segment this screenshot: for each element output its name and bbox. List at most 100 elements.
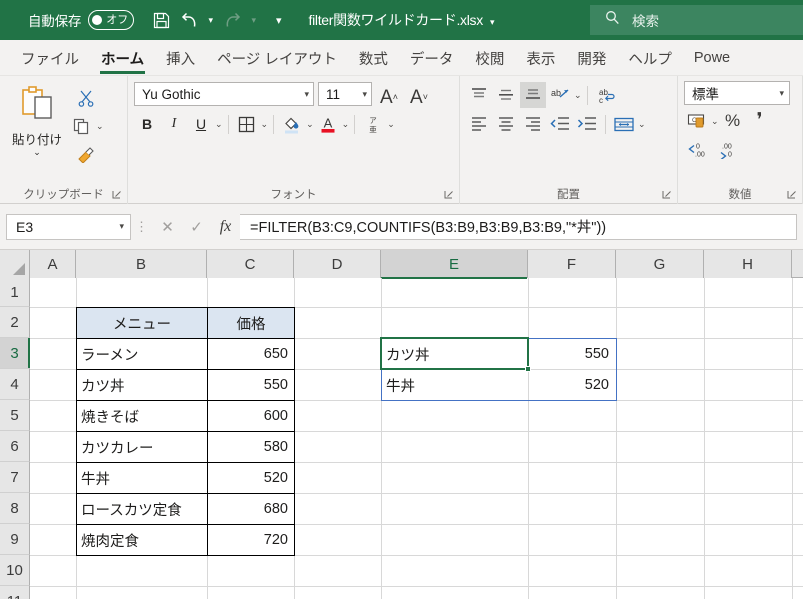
underline-chevron-down-icon[interactable]: ⌄ bbox=[215, 119, 223, 130]
align-top-icon[interactable] bbox=[466, 82, 492, 108]
font-size-input[interactable]: 11 ▾ bbox=[318, 82, 372, 106]
percent-style-icon[interactable]: % bbox=[720, 108, 746, 134]
tab-data[interactable]: データ bbox=[399, 41, 465, 75]
comma-style-icon[interactable]: ❜ bbox=[747, 108, 773, 134]
column-header-b[interactable]: B bbox=[76, 250, 207, 278]
cancel-icon[interactable]: ✕ bbox=[153, 214, 182, 240]
row-header-6[interactable]: 6 bbox=[0, 431, 30, 462]
alignment-dialog-launcher-icon[interactable] bbox=[662, 190, 671, 201]
save-icon[interactable] bbox=[148, 6, 174, 34]
document-title-chevron-down-icon[interactable]: ▾ bbox=[490, 17, 495, 27]
tab-power-pivot[interactable]: Powe bbox=[683, 41, 741, 75]
font-dialog-launcher-icon[interactable] bbox=[444, 190, 453, 201]
align-middle-icon[interactable] bbox=[493, 82, 519, 108]
accounting-chevron-down-icon[interactable]: ⌄ bbox=[711, 116, 719, 127]
column-header-d[interactable]: D bbox=[294, 250, 381, 278]
shrink-font-icon[interactable]: A ˅ bbox=[406, 81, 432, 107]
cell-e3[interactable]: カツ丼 bbox=[382, 339, 527, 369]
select-all-button[interactable] bbox=[0, 250, 30, 278]
tab-review[interactable]: 校閲 bbox=[464, 41, 515, 75]
row-header-7[interactable]: 7 bbox=[0, 462, 30, 493]
tab-home[interactable]: ホーム bbox=[90, 41, 155, 75]
qat-customize-chevron-down-icon[interactable]: ▾ bbox=[272, 6, 285, 34]
row-header-1[interactable]: 1 bbox=[0, 278, 30, 307]
number-format-chevron-down-icon[interactable]: ▾ bbox=[779, 88, 784, 99]
number-format-select[interactable]: 標準 ▾ bbox=[684, 81, 790, 105]
font-name-input[interactable]: Yu Gothic ▾ bbox=[134, 82, 314, 106]
phonetic-guide-icon[interactable]: ア亜 bbox=[360, 111, 386, 137]
fill-color-chevron-down-icon[interactable]: ⌄ bbox=[306, 119, 314, 130]
increase-indent-icon[interactable] bbox=[574, 111, 600, 137]
cell-b8[interactable]: ロースカツ定食 bbox=[77, 494, 207, 524]
paste-chevron-down-icon[interactable]: ⌄ bbox=[33, 148, 41, 157]
align-right-icon[interactable] bbox=[520, 111, 546, 137]
cell-b3[interactable]: ラーメン bbox=[77, 339, 207, 369]
cell-c6[interactable]: 580 bbox=[208, 432, 294, 462]
column-header-e[interactable]: E bbox=[381, 250, 528, 279]
cut-icon[interactable] bbox=[73, 85, 99, 111]
autosave-control[interactable]: 自動保存 オフ bbox=[28, 10, 135, 30]
undo-dropdown-chevron-down-icon[interactable]: ▾ bbox=[204, 6, 217, 34]
tab-file[interactable]: ファイル bbox=[10, 41, 90, 75]
align-bottom-icon[interactable] bbox=[520, 82, 546, 108]
number-dialog-launcher-icon[interactable] bbox=[787, 190, 796, 201]
cell-c2[interactable]: 価格 bbox=[208, 308, 294, 338]
cell-c7[interactable]: 520 bbox=[208, 463, 294, 493]
copy-chevron-down-icon[interactable]: ⌄ bbox=[96, 121, 104, 132]
font-size-chevron-down-icon[interactable]: ▾ bbox=[362, 89, 367, 100]
row-header-10[interactable]: 10 bbox=[0, 555, 30, 586]
align-left-icon[interactable] bbox=[466, 111, 492, 137]
font-name-chevron-down-icon[interactable]: ▾ bbox=[304, 89, 309, 100]
accounting-format-icon[interactable]: C bbox=[684, 108, 710, 134]
copy-icon[interactable] bbox=[68, 113, 94, 139]
format-painter-icon[interactable] bbox=[73, 141, 99, 167]
tab-insert[interactable]: 挿入 bbox=[155, 41, 206, 75]
column-header-f[interactable]: F bbox=[528, 250, 616, 278]
bold-button[interactable]: B bbox=[134, 111, 160, 137]
row-header-3[interactable]: 3 bbox=[0, 338, 30, 369]
row-header-4[interactable]: 4 bbox=[0, 369, 30, 400]
tab-help[interactable]: ヘルプ bbox=[617, 41, 683, 75]
cell-c5[interactable]: 600 bbox=[208, 401, 294, 431]
name-box-chevron-down-icon[interactable]: ▾ bbox=[119, 221, 124, 232]
phonetic-chevron-down-icon[interactable]: ⌄ bbox=[387, 119, 395, 130]
cell-b9[interactable]: 焼肉定食 bbox=[77, 525, 207, 555]
cell-c8[interactable]: 680 bbox=[208, 494, 294, 524]
name-box[interactable]: E3 ▾ bbox=[6, 213, 131, 240]
increase-decimal-icon[interactable]: 0.00 bbox=[684, 137, 710, 163]
merge-cells-icon[interactable] bbox=[611, 111, 637, 137]
underline-button[interactable]: U bbox=[188, 111, 214, 137]
text-orientation-icon[interactable]: ab bbox=[547, 82, 573, 108]
decrease-indent-icon[interactable] bbox=[547, 111, 573, 137]
cell-area[interactable]: メニュー 価格 ラーメン 650 カツ丼 550 焼きそば 600 カツカレー … bbox=[30, 278, 803, 599]
cell-e4[interactable]: 牛丼 bbox=[382, 370, 527, 400]
grow-font-icon[interactable]: A ˄ bbox=[376, 81, 402, 107]
column-header-g[interactable]: G bbox=[616, 250, 704, 278]
wrap-text-icon[interactable]: ab c bbox=[593, 82, 619, 108]
borders-icon[interactable] bbox=[234, 111, 260, 137]
font-color-icon[interactable]: A bbox=[315, 111, 341, 137]
row-header-2[interactable]: 2 bbox=[0, 307, 30, 338]
confirm-icon[interactable]: ✓ bbox=[182, 214, 211, 240]
row-header-11[interactable]: 11 bbox=[0, 586, 30, 599]
tab-formulas[interactable]: 数式 bbox=[348, 41, 399, 75]
column-header-a[interactable]: A bbox=[30, 250, 76, 278]
cell-c9[interactable]: 720 bbox=[208, 525, 294, 555]
tab-view[interactable]: 表示 bbox=[515, 41, 566, 75]
cell-c3[interactable]: 650 bbox=[208, 339, 294, 369]
align-center-icon[interactable] bbox=[493, 111, 519, 137]
undo-icon[interactable] bbox=[176, 6, 202, 34]
merge-chevron-down-icon[interactable]: ⌄ bbox=[638, 119, 646, 130]
cell-b6[interactable]: カツカレー bbox=[77, 432, 207, 462]
decrease-decimal-icon[interactable]: .00 0 bbox=[711, 137, 737, 163]
orientation-chevron-down-icon[interactable]: ⌄ bbox=[574, 90, 582, 101]
cell-b7[interactable]: 牛丼 bbox=[77, 463, 207, 493]
cell-f4[interactable]: 520 bbox=[529, 370, 615, 400]
italic-button[interactable]: I bbox=[161, 111, 187, 137]
column-header-c[interactable]: C bbox=[207, 250, 294, 278]
search-box[interactable]: 検索 bbox=[590, 5, 803, 35]
tab-page-layout[interactable]: ページ レイアウト bbox=[206, 41, 348, 75]
tab-developer[interactable]: 開発 bbox=[566, 41, 617, 75]
column-header-h[interactable]: H bbox=[704, 250, 792, 278]
formula-input[interactable]: =FILTER(B3:C9,COUNTIFS(B3:B9,B3:B9,B3:B9… bbox=[240, 213, 797, 240]
